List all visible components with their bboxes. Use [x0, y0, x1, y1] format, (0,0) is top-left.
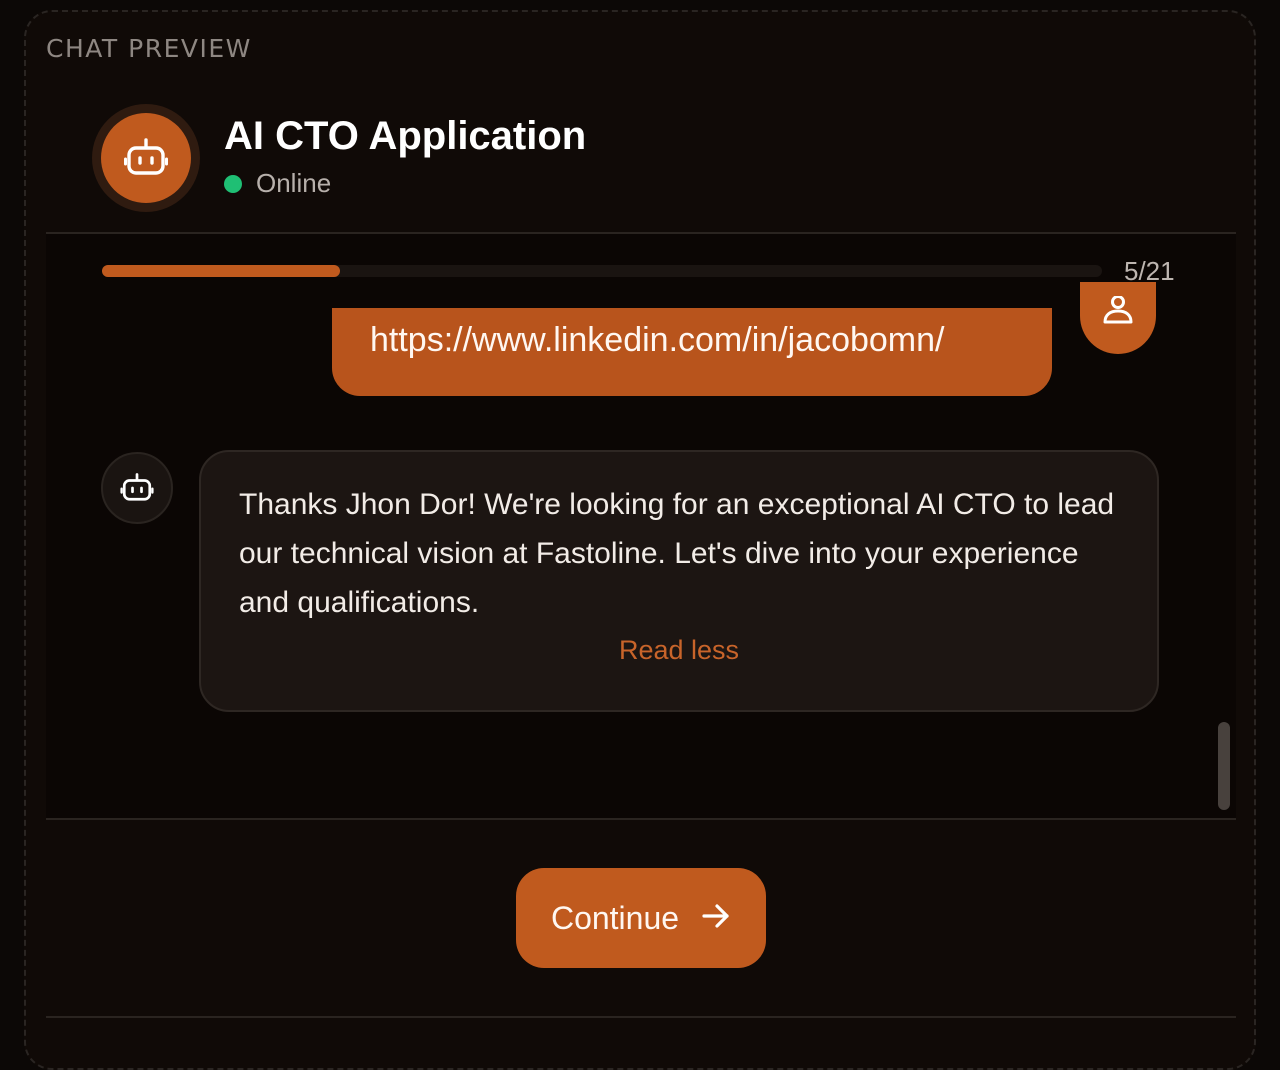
section-label: CHAT PREVIEW: [46, 34, 252, 63]
bot-icon: [101, 113, 191, 203]
continue-label: Continue: [550, 899, 680, 936]
bottom-divider: [46, 1016, 1236, 1018]
status-text: Online: [256, 168, 332, 198]
bot-message-text: Thanks Jhon Dor! We're looking for an ex…: [239, 488, 1115, 619]
user-message-text: https://www.linkedin.com/in/jacobomn/: [370, 321, 945, 359]
bot-icon: [101, 452, 173, 524]
chat-header: AI CTO Application Online: [46, 88, 1236, 234]
read-less-link[interactable]: Read less: [239, 635, 1119, 666]
arrow-right-icon: [701, 900, 731, 937]
user-message-bubble: https://www.linkedin.com/in/jacobomn/: [332, 308, 1052, 396]
chat-avatar: [92, 104, 200, 212]
chat-scrollbar[interactable]: [1218, 722, 1230, 810]
progress-bar: [102, 265, 1102, 277]
chat-messages-area[interactable]: 5/21 https://www.linkedin.com/in/jacobom…: [46, 234, 1236, 820]
progress-bar-fill: [102, 265, 341, 277]
continue-button[interactable]: Continue: [516, 868, 766, 968]
user-icon: [1080, 282, 1156, 354]
bot-message-bubble: Thanks Jhon Dor! We're looking for an ex…: [199, 450, 1159, 712]
chat-title: AI CTO Application: [224, 114, 587, 158]
status-dot-icon: [224, 174, 242, 193]
online-status: Online: [224, 168, 331, 199]
